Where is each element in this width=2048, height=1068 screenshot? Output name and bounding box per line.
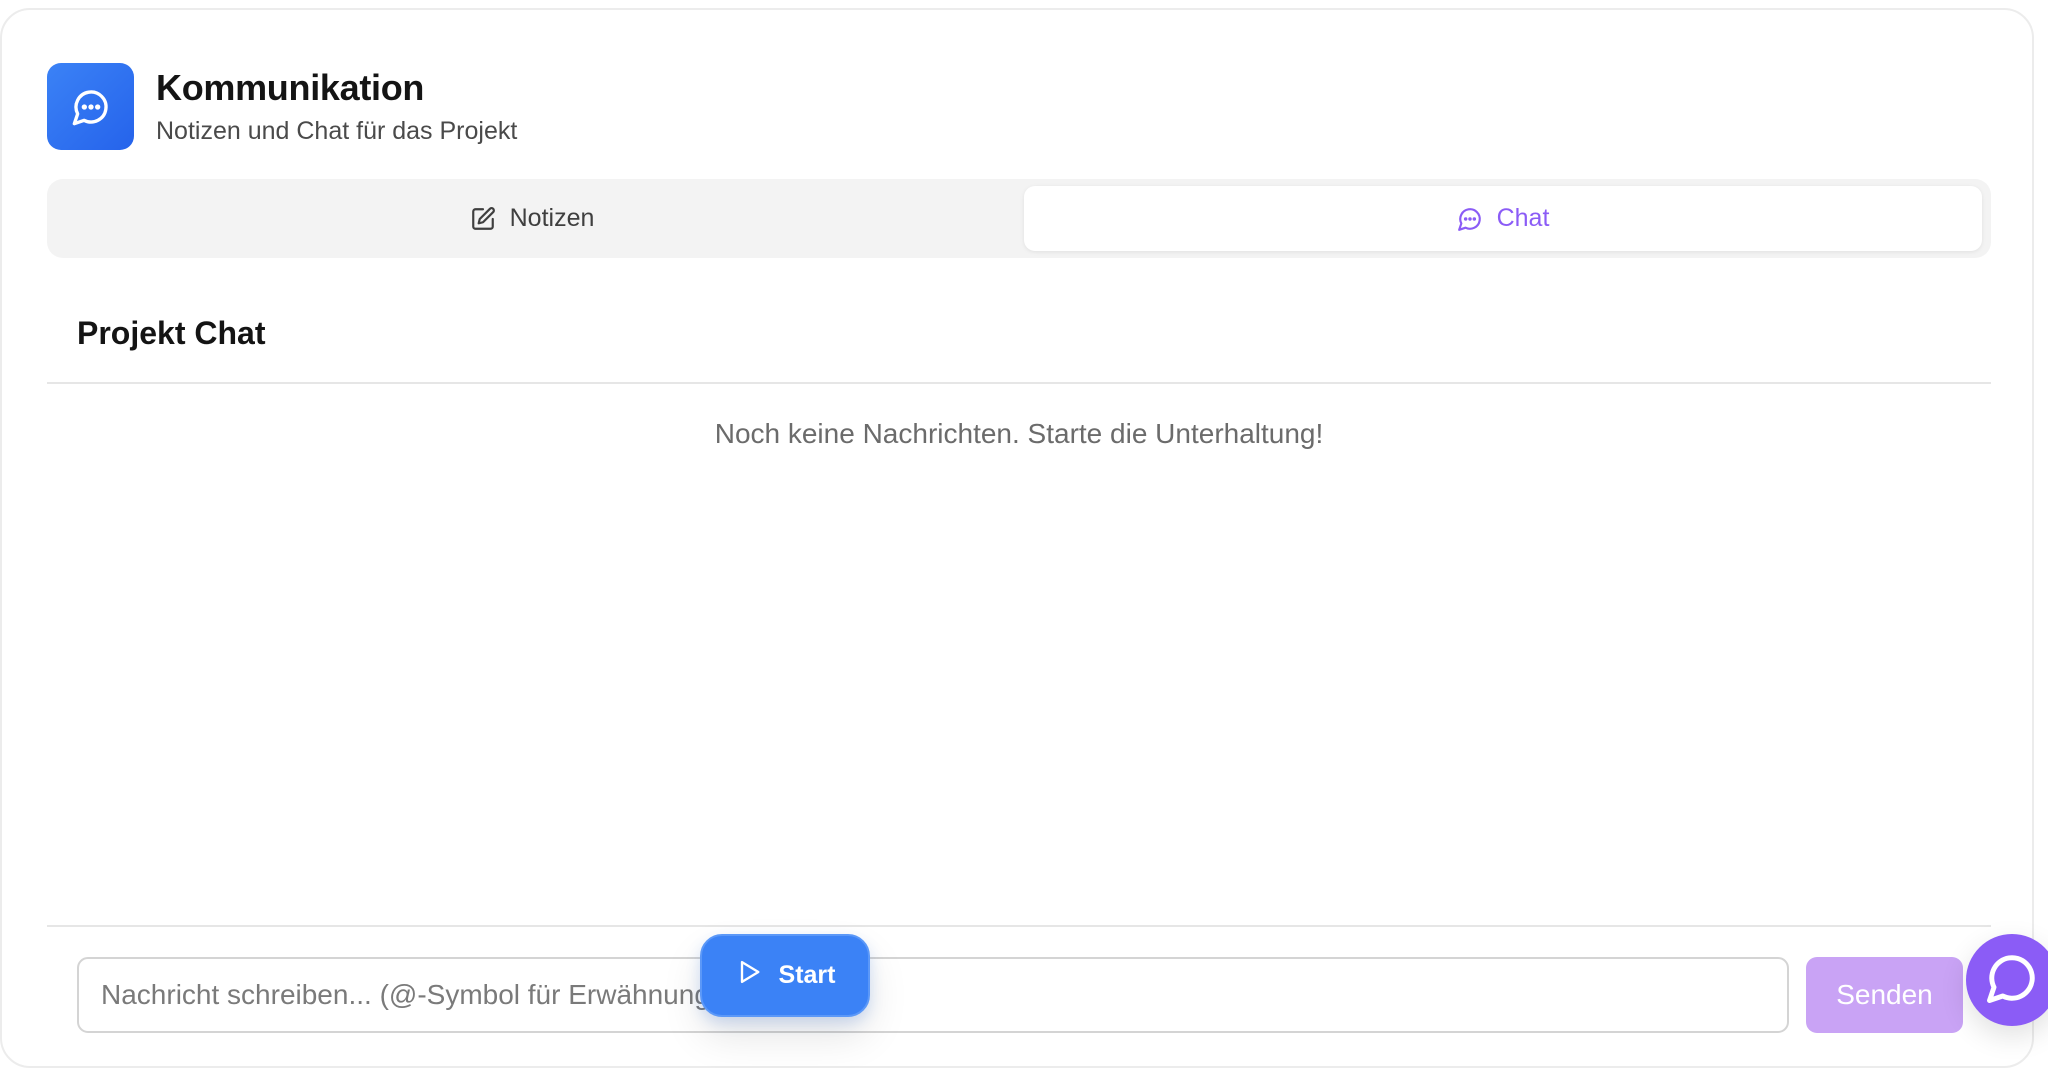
- tab-bar: Notizen Chat: [47, 179, 1991, 258]
- chat-bubble-icon: [47, 63, 134, 150]
- page-title: Kommunikation: [156, 67, 425, 108]
- start-label: Start: [778, 961, 836, 989]
- chat-bubble-icon: [1457, 206, 1483, 232]
- send-button[interactable]: Senden: [1806, 957, 1963, 1033]
- edit-icon: [470, 206, 496, 232]
- tab-label: Chat: [1496, 204, 1550, 232]
- divider: [47, 925, 1991, 927]
- tab-label: Notizen: [509, 204, 595, 232]
- tab-notizen[interactable]: Notizen: [53, 186, 1011, 251]
- communication-card: Kommunikation Notizen und Chat für das P…: [0, 8, 2034, 1068]
- empty-state-message: Noch keine Nachrichten. Starte die Unter…: [714, 418, 1324, 449]
- divider: [47, 382, 1991, 384]
- message-input[interactable]: [77, 957, 1789, 1033]
- tab-chat[interactable]: Chat: [1024, 186, 1982, 251]
- page-subtitle: Notizen und Chat für das Projekt: [156, 117, 518, 145]
- chat-title: Projekt Chat: [77, 315, 266, 351]
- chat-widget-icon: [1985, 951, 2039, 1010]
- chat-widget-button[interactable]: [1966, 934, 2048, 1026]
- start-button[interactable]: Start: [700, 934, 870, 1017]
- play-icon: [735, 958, 763, 993]
